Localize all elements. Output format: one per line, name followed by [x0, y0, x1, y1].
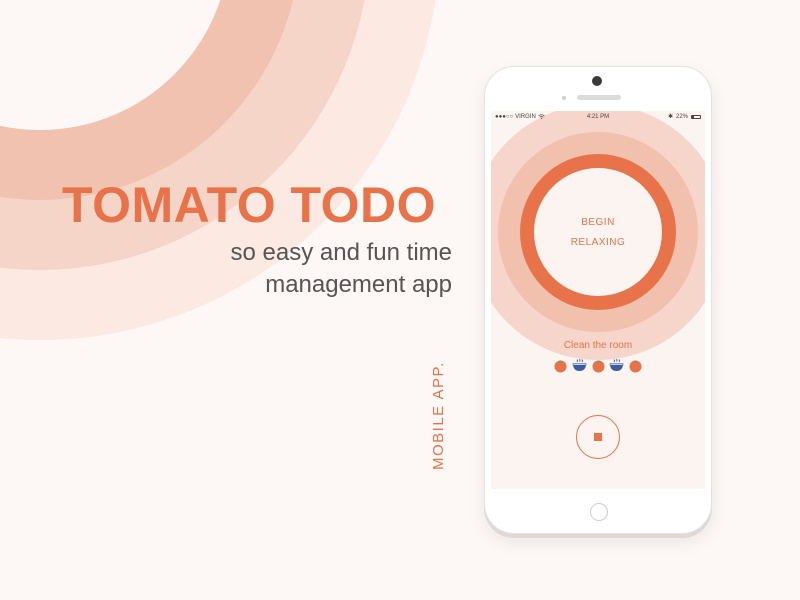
- home-button[interactable]: [590, 503, 608, 521]
- status-right: ✱ 22%: [668, 113, 701, 120]
- bowl-icon: [609, 358, 624, 371]
- tomato-icon: [554, 360, 567, 372]
- app-title: TOMATO TODO: [62, 177, 437, 233]
- phone-mockup: ●●●○○ VIRGIN 4:21 PM ✱ 22% BEGIN RELAXIN…: [484, 66, 712, 534]
- session-indicators: [553, 357, 643, 373]
- front-camera: [592, 76, 602, 86]
- tagline-line-2: management app: [265, 271, 452, 298]
- bowl-icon: [572, 358, 587, 371]
- battery-level: [692, 115, 694, 118]
- tomato-icon: [592, 360, 604, 372]
- stop-icon: [594, 433, 602, 441]
- timer-label-line-2: RELAXING: [570, 237, 626, 248]
- tagline-line-1: so easy and fun time: [230, 239, 452, 266]
- app-tagline: so easy and fun time management app: [231, 237, 452, 301]
- earpiece-speaker: [577, 95, 621, 100]
- stop-button[interactable]: [576, 415, 620, 459]
- battery-icon: [691, 114, 701, 119]
- tomato-icon: [629, 360, 642, 372]
- proximity-sensor: [562, 96, 566, 100]
- bluetooth-icon: ✱: [667, 114, 673, 120]
- status-bar: ●●●○○ VIRGIN 4:21 PM ✱ 22%: [491, 111, 705, 122]
- app-screen: ●●●○○ VIRGIN 4:21 PM ✱ 22% BEGIN RELAXIN…: [491, 111, 705, 489]
- task-title: Clean the room: [563, 340, 633, 351]
- timer-label-line-1: BEGIN: [581, 217, 615, 228]
- mobile-app-label: MOBILE APP.: [430, 361, 447, 470]
- battery-percent: 22%: [675, 113, 688, 120]
- timer-face: [534, 168, 662, 296]
